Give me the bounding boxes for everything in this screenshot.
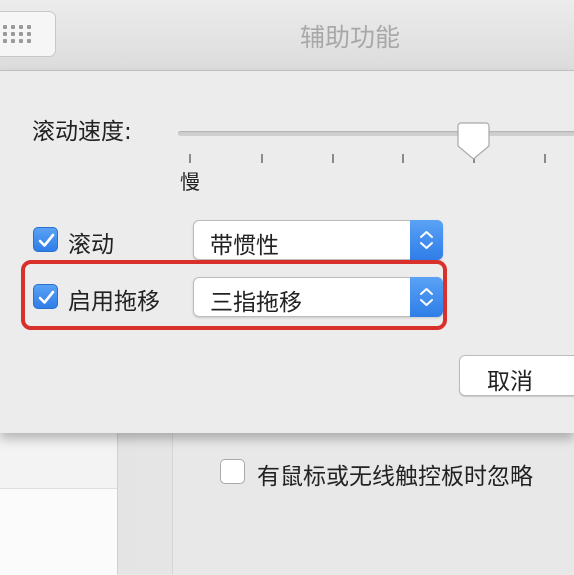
slider-min-label: 慢 — [180, 170, 200, 194]
slider-thumb[interactable] — [457, 122, 490, 160]
slider-tick — [402, 154, 404, 163]
window-title: 辅助功能 — [300, 23, 401, 52]
sidebar-list-item[interactable] — [0, 488, 117, 575]
slider-tick — [261, 154, 263, 163]
ignore-trackpad-label: 有鼠标或无线触控板时忽略 — [257, 464, 533, 490]
scrolling-popup-value: 带惯性 — [210, 233, 279, 259]
checkmark-icon — [38, 233, 55, 247]
pane-divider — [117, 433, 136, 574]
show-all-button[interactable] — [0, 11, 56, 57]
cancel-button[interactable]: 取消 — [459, 355, 574, 396]
scrolling-checkbox[interactable] — [33, 227, 58, 252]
slider-tick — [544, 154, 546, 163]
scrolling-popup[interactable]: 带惯性 — [193, 220, 443, 260]
slider-tick — [189, 154, 191, 163]
scroll-speed-slider[interactable] — [178, 131, 574, 136]
scrolling-label: 滚动 — [68, 232, 114, 258]
title-bar: 辅助功能 — [0, 0, 574, 71]
cancel-button-label: 取消 — [487, 369, 533, 395]
popup-arrows-icon — [410, 220, 443, 260]
scroll-speed-label: 滚动速度: — [32, 119, 132, 145]
slider-tick — [332, 154, 334, 163]
highlight-annotation — [21, 260, 447, 330]
ignore-trackpad-checkbox[interactable] — [220, 459, 245, 484]
background-options — [172, 433, 574, 574]
grid-icon — [3, 25, 31, 43]
